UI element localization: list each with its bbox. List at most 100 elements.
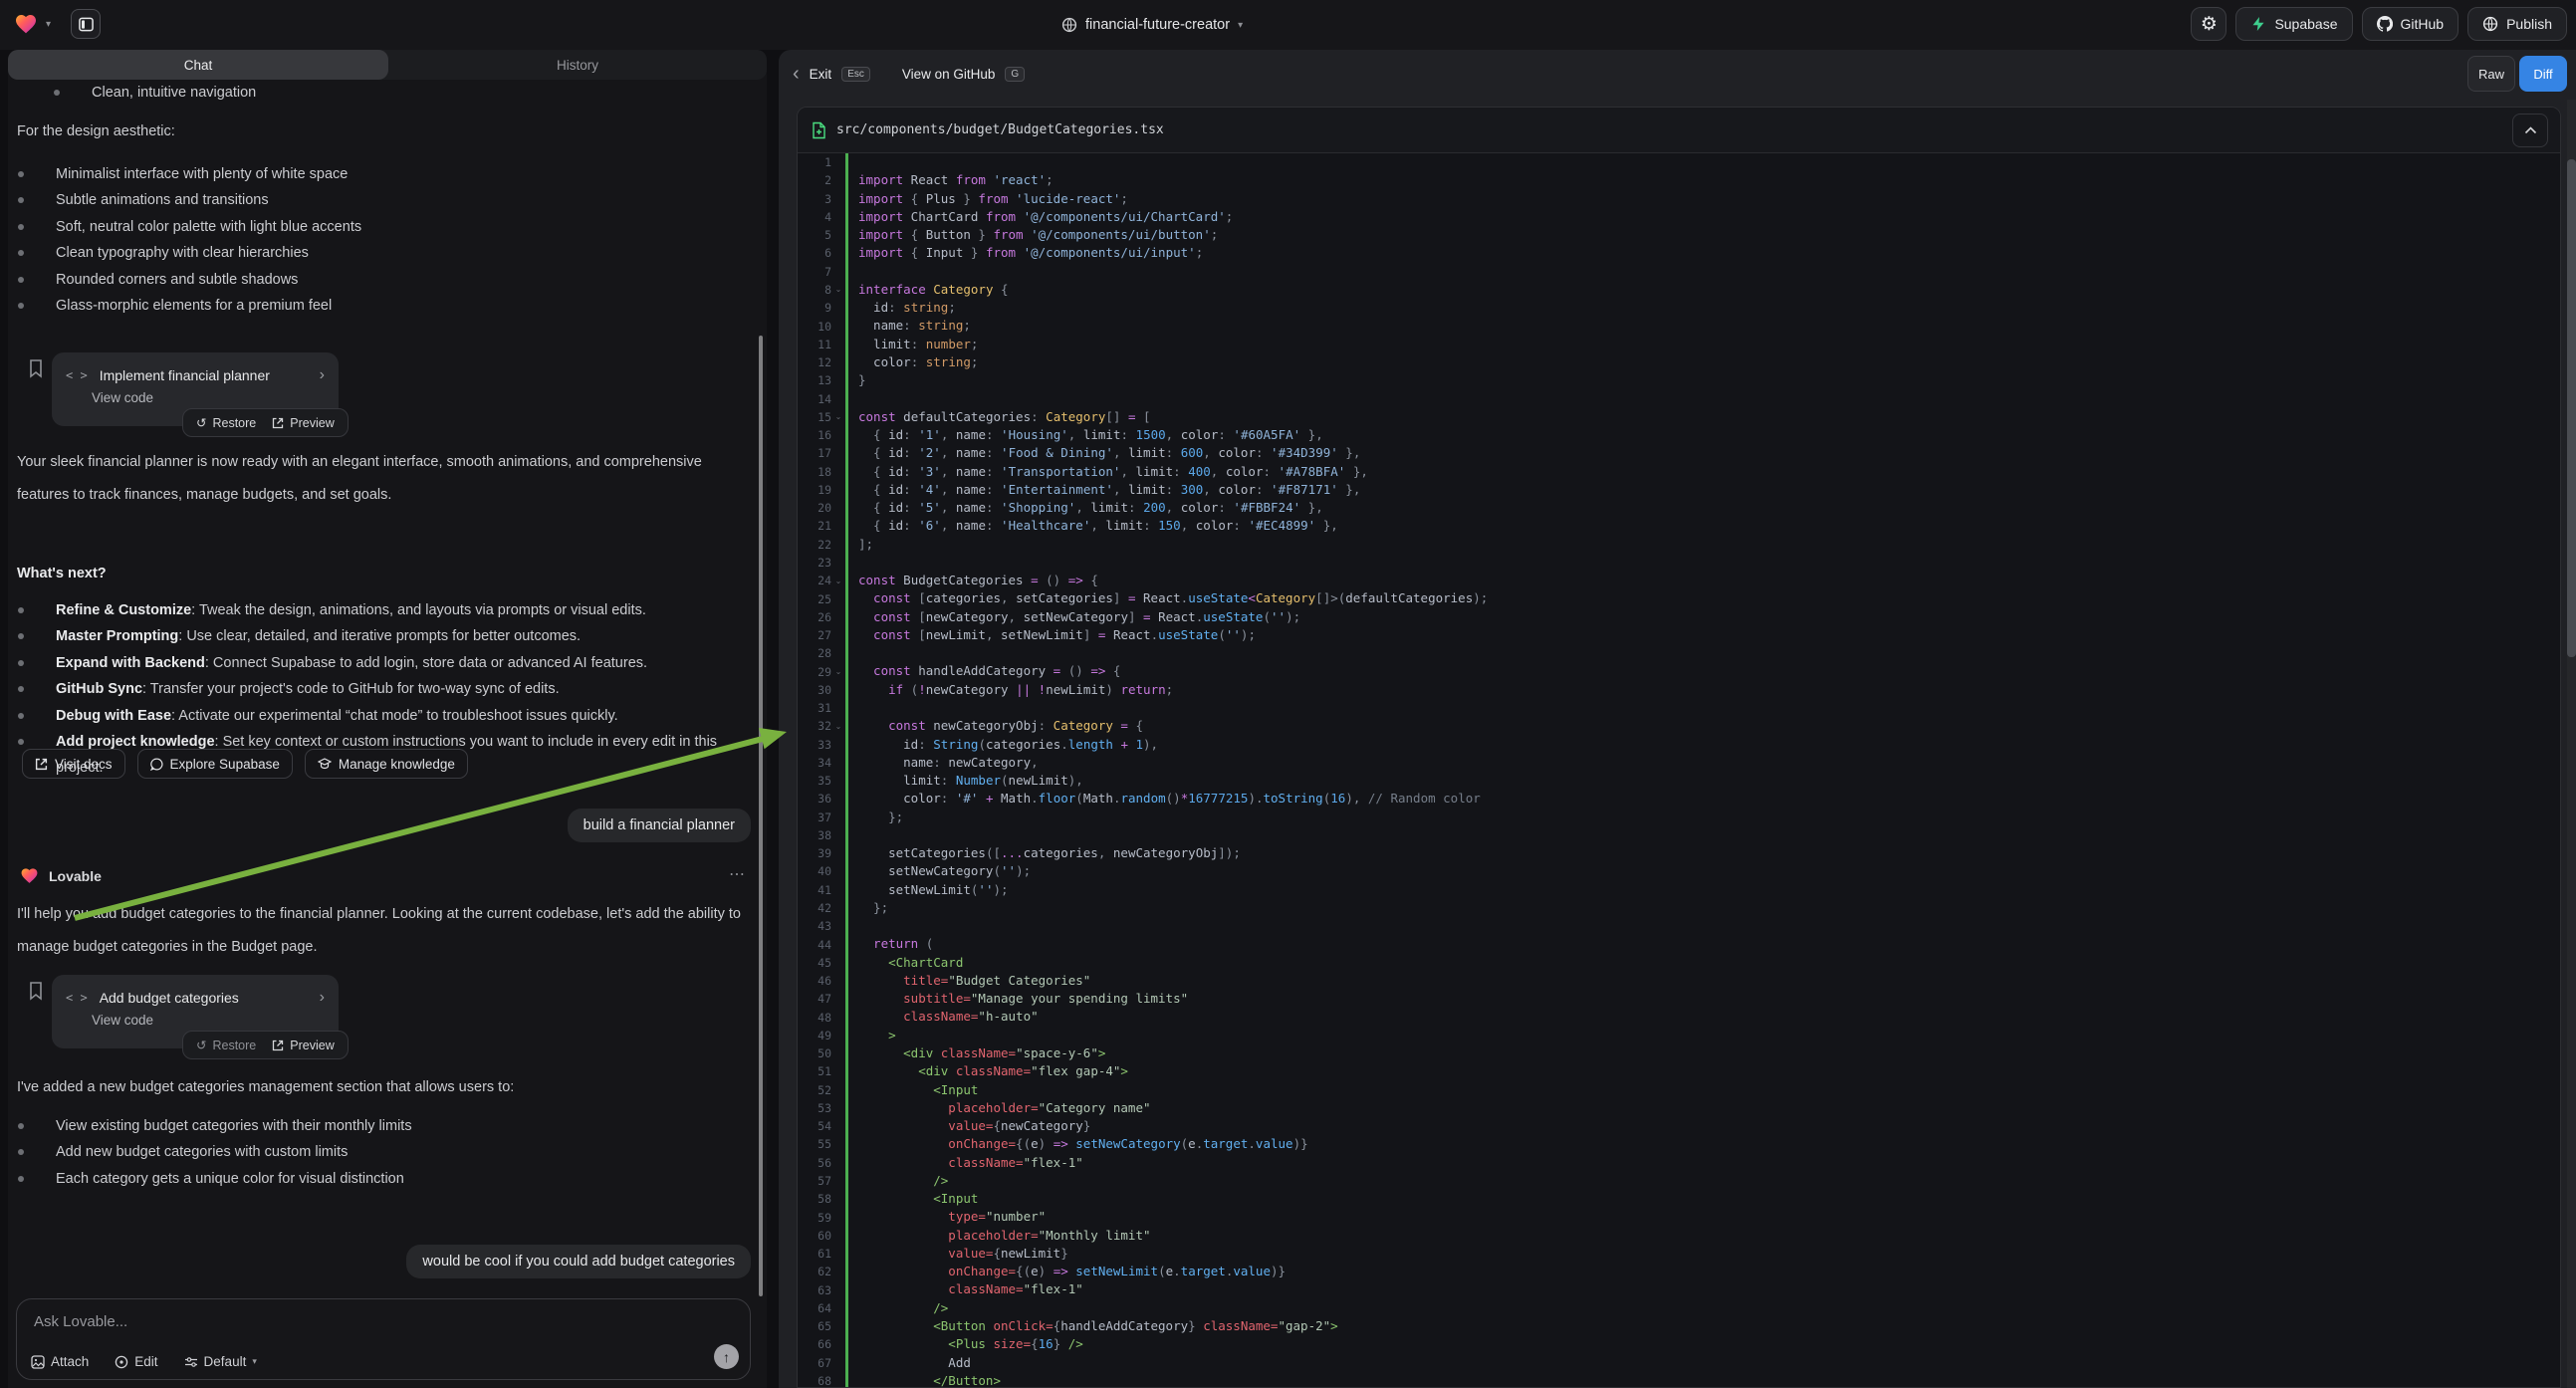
design-bullets-list: Minimalist interface with plenty of whit… bbox=[0, 161, 739, 319]
code-line: 29⌄ const handleAddCategory = () => { bbox=[798, 662, 2560, 680]
diff-toggle-button[interactable]: Diff bbox=[2519, 56, 2567, 92]
code-line: 34 name: newCategory, bbox=[798, 754, 2560, 772]
visit-docs-button[interactable]: Visit docs bbox=[22, 749, 125, 779]
arrow-up-icon: ↑ bbox=[723, 1349, 730, 1365]
editor-scrollbar-thumb[interactable] bbox=[2567, 159, 2576, 657]
raw-toggle-button[interactable]: Raw bbox=[2467, 56, 2515, 92]
code-line: 63 className="flex-1" bbox=[798, 1280, 2560, 1298]
publish-button[interactable]: Publish bbox=[2467, 7, 2567, 41]
code-icon: < > bbox=[66, 991, 88, 1005]
user-message-2: would be cool if you could add budget ca… bbox=[406, 1245, 751, 1278]
exit-button[interactable]: Exit bbox=[810, 67, 832, 82]
code-line: 22]; bbox=[798, 536, 2560, 554]
code-line: 25 const [categories, setCategories] = R… bbox=[798, 589, 2560, 607]
code-line: 42 }; bbox=[798, 899, 2560, 917]
chevron-left-icon[interactable]: ‹ bbox=[793, 64, 800, 84]
manage-knowledge-button[interactable]: Manage knowledge bbox=[305, 749, 468, 779]
composer-placeholder: Ask Lovable... bbox=[34, 1313, 127, 1330]
view-code-link[interactable]: View code bbox=[92, 1013, 339, 1028]
code-line: 40 setNewCategory(''); bbox=[798, 862, 2560, 880]
bookmark-icon[interactable] bbox=[28, 981, 44, 1001]
toggle-sidebar-button[interactable] bbox=[71, 9, 101, 39]
whats-next-list: Refine & Customize: Tweak the design, an… bbox=[0, 548, 739, 782]
file-diff-card: src/components/budget/BudgetCategories.t… bbox=[797, 107, 2561, 1388]
preview-button[interactable]: Preview bbox=[272, 416, 334, 430]
chevron-up-icon bbox=[2524, 126, 2537, 134]
editor-scrollbar-track[interactable] bbox=[2567, 100, 2576, 1388]
workspace-icon bbox=[1061, 17, 1077, 33]
message-circle-icon bbox=[150, 758, 163, 771]
project-switcher[interactable]: financial-future-creator ▾ bbox=[1061, 0, 1243, 50]
code-line: 59 type="number" bbox=[798, 1208, 2560, 1226]
code-line: 24⌄const BudgetCategories = () => { bbox=[798, 572, 2560, 589]
supabase-button[interactable]: Supabase bbox=[2235, 7, 2352, 41]
external-link-icon bbox=[272, 1040, 284, 1051]
design-aesthetic-heading: For the design aesthetic: bbox=[17, 116, 175, 148]
top-bar: ▾ financial-future-creator ▾ ⚙ bbox=[0, 0, 2576, 50]
chat-panel: Chat History Clean, intuitive navigation… bbox=[8, 50, 767, 1388]
code-line: 57 /> bbox=[798, 1172, 2560, 1190]
attach-button[interactable]: Attach bbox=[31, 1354, 89, 1369]
assistant-message-2-body: I've added a new budget categories manag… bbox=[17, 1071, 744, 1104]
version-card-title: Implement financial planner bbox=[100, 367, 308, 383]
code-editor[interactable]: 12import React from 'react';3import { Pl… bbox=[798, 153, 2560, 1387]
restore-icon: ↺ bbox=[196, 415, 206, 430]
code-line: 54 value={newCategory} bbox=[798, 1117, 2560, 1135]
github-label: GitHub bbox=[2401, 16, 2445, 32]
lovable-heart-icon bbox=[20, 866, 39, 885]
message-menu-icon[interactable]: ⋯ bbox=[729, 864, 747, 884]
code-line: 47 subtitle="Manage your spending limits… bbox=[798, 990, 2560, 1008]
explore-supabase-button[interactable]: Explore Supabase bbox=[137, 749, 293, 779]
code-line: 33 id: String(categories.length + 1), bbox=[798, 736, 2560, 754]
code-line: 39 setCategories([...categories, newCate… bbox=[798, 844, 2560, 862]
view-on-github-link[interactable]: View on GitHub bbox=[902, 67, 996, 82]
send-button[interactable]: ↑ bbox=[714, 1344, 739, 1369]
code-line: 7 bbox=[798, 263, 2560, 281]
file-header[interactable]: src/components/budget/BudgetCategories.t… bbox=[798, 108, 2560, 153]
code-line: 45 <ChartCard bbox=[798, 954, 2560, 972]
code-line: 26 const [newCategory, setNewCategory] =… bbox=[798, 608, 2560, 626]
esc-kbd-badge: Esc bbox=[841, 67, 870, 82]
code-line: 5import { Button } from '@/components/ui… bbox=[798, 226, 2560, 244]
project-caret-icon: ▾ bbox=[1238, 20, 1243, 31]
code-line: 4import ChartCard from '@/components/ui/… bbox=[798, 208, 2560, 226]
external-link-icon bbox=[272, 417, 284, 429]
settings-button[interactable]: ⚙ bbox=[2191, 7, 2226, 41]
list-item: Each category gets a unique color for vi… bbox=[0, 1166, 739, 1192]
list-item: Debug with Ease: Activate our experiment… bbox=[0, 703, 739, 729]
list-item: Expand with Backend: Connect Supabase to… bbox=[0, 650, 739, 676]
publish-label: Publish bbox=[2506, 16, 2552, 32]
code-line: 36 color: '#' + Math.floor(Math.random()… bbox=[798, 790, 2560, 808]
restore-button[interactable]: ↺ Restore bbox=[196, 1038, 256, 1052]
code-line: 28 bbox=[798, 644, 2560, 662]
restore-button[interactable]: ↺ Restore bbox=[196, 415, 256, 430]
list-item: Soft, neutral color palette with light b… bbox=[0, 214, 739, 240]
assistant-message-2-intro: I'll help you add budget categories to t… bbox=[17, 898, 744, 964]
code-line: 52 <Input bbox=[798, 1081, 2560, 1099]
file-added-icon bbox=[812, 121, 826, 139]
edit-button[interactable]: Edit bbox=[115, 1354, 157, 1369]
mode-selector[interactable]: Default ▾ bbox=[184, 1354, 257, 1369]
code-icon: < > bbox=[66, 368, 88, 382]
code-line: 13} bbox=[798, 371, 2560, 389]
tab-history[interactable]: History bbox=[388, 50, 767, 80]
collapse-file-button[interactable] bbox=[2512, 114, 2548, 147]
chat-scrollbar-thumb[interactable] bbox=[759, 336, 763, 1296]
github-button[interactable]: GitHub bbox=[2362, 7, 2459, 41]
lovable-logo-icon[interactable] bbox=[14, 12, 38, 36]
logo-menu-caret-icon[interactable]: ▾ bbox=[46, 19, 51, 30]
tab-chat[interactable]: Chat bbox=[8, 50, 388, 80]
list-item: Clean typography with clear hierarchies bbox=[0, 240, 739, 266]
chat-composer[interactable]: Ask Lovable... Attach Edit Default ▾ bbox=[16, 1298, 751, 1380]
preview-button[interactable]: Preview bbox=[272, 1039, 334, 1052]
code-line: 20 { id: '5', name: 'Shopping', limit: 2… bbox=[798, 499, 2560, 517]
code-line: 64 /> bbox=[798, 1299, 2560, 1317]
view-code-link[interactable]: View code bbox=[92, 390, 339, 405]
code-line: 55 onChange={(e) => setNewCategory(e.tar… bbox=[798, 1135, 2560, 1153]
code-line: 32⌄ const newCategoryObj: Category = { bbox=[798, 717, 2560, 735]
code-line: 6import { Input } from '@/components/ui/… bbox=[798, 244, 2560, 262]
bookmark-icon[interactable] bbox=[28, 358, 44, 378]
code-line: 35 limit: Number(newLimit), bbox=[798, 772, 2560, 790]
code-line: 65 <Button onClick={handleAddCategory} c… bbox=[798, 1317, 2560, 1335]
code-line: 68 </Button> bbox=[798, 1372, 2560, 1387]
